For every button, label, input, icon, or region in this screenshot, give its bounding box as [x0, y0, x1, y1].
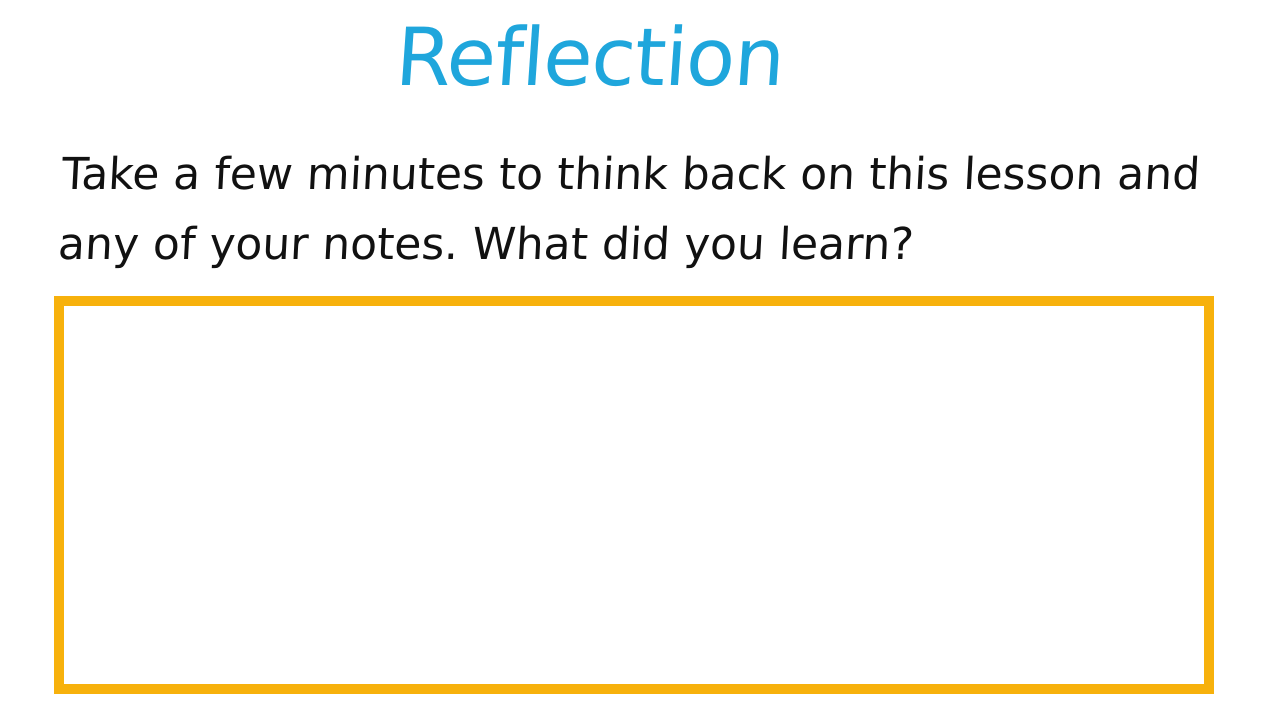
page-title: Reflection [392, 11, 788, 104]
reflection-prompt: Take a few minutes to think back on this… [56, 149, 1202, 270]
reflection-answer-box[interactable] [54, 296, 1214, 694]
